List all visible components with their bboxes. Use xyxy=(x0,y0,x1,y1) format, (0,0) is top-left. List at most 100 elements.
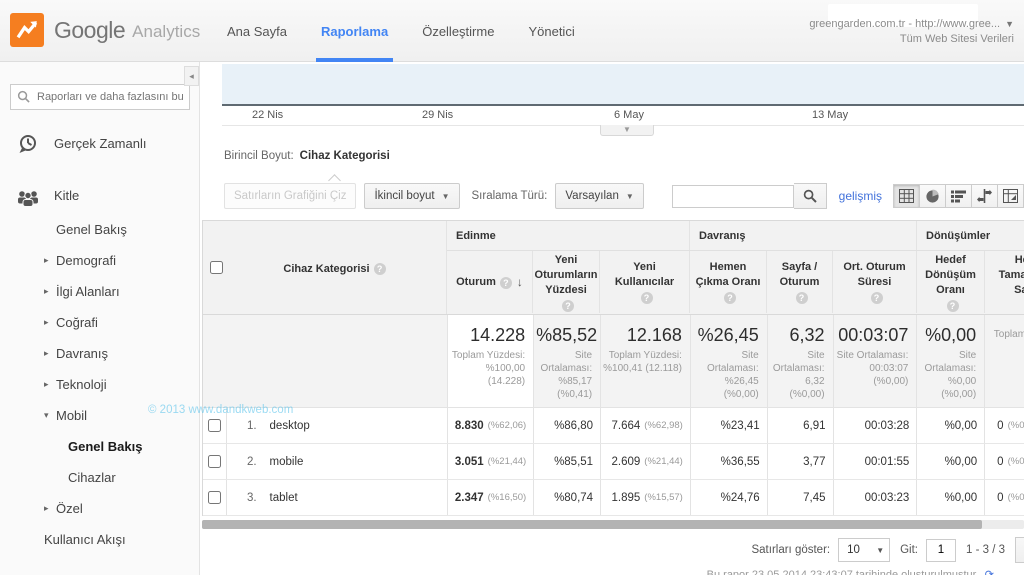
chevron-down-icon: ▾ xyxy=(44,400,49,431)
column-header-hedef-donusum-orani[interactable]: Hedef Dönüşüm Oranı xyxy=(917,251,985,313)
summary-oturum: 14.228 Toplam Yüzdesi: %100,00 (14.228) xyxy=(448,315,534,407)
row-checkbox[interactable] xyxy=(208,455,221,468)
x-tick: 13 May xyxy=(812,109,848,121)
select-all-checkbox[interactable] xyxy=(210,261,223,274)
help-icon[interactable] xyxy=(641,292,653,304)
chevron-right-icon: ▸ xyxy=(44,493,49,524)
sidebar-item-ilgi-alanlari[interactable]: ▸İlgi Alanları xyxy=(0,276,199,307)
dimension-header-cell[interactable]: Cihaz Kategorisi xyxy=(203,221,447,314)
summary-sayfa-oturum: 6,32 Site Ortalaması: 6,32 (%0,00) xyxy=(768,315,834,407)
help-icon[interactable] xyxy=(500,277,512,289)
sidebar-item-teknoloji[interactable]: ▸Teknoloji xyxy=(0,369,199,400)
row-range: 1 - 3 / 3 xyxy=(966,544,1005,556)
device-link[interactable]: tablet xyxy=(270,492,298,504)
bars-icon xyxy=(951,190,966,203)
table-row: 3.tablet 2.347(%16,50) %80,74 1.895(%15,… xyxy=(203,480,1024,516)
sidebar-item-kitle[interactable]: Kitle xyxy=(0,178,199,214)
sort-type-dropdown[interactable]: Varsayılan▼ xyxy=(555,183,643,209)
sidebar-item-gercek-zamanli[interactable]: Gerçek Zamanlı xyxy=(0,126,199,162)
rows-per-page-select[interactable]: 10▼ xyxy=(838,538,890,562)
help-icon[interactable] xyxy=(947,300,959,312)
rows-show-label: Satırları göster: xyxy=(751,544,830,556)
column-header-hedef-tamamlama-sayisi[interactable]: Hedef Tamamlama Sayısı xyxy=(985,251,1024,313)
nav-ozellestirme[interactable]: Özelleştirme xyxy=(405,0,511,62)
primary-dimension-value[interactable]: Cihaz Kategorisi xyxy=(300,150,390,162)
sidebar-item-kullanici-akisi[interactable]: Kullanıcı Akışı xyxy=(0,524,199,555)
chevron-right-icon: ▸ xyxy=(44,338,49,369)
pivot-icon xyxy=(1003,189,1018,203)
advanced-filter-link[interactable]: gelişmiş xyxy=(839,189,882,203)
primary-dimension-label: Birincil Boyut: xyxy=(224,150,294,162)
data-view-button[interactable] xyxy=(893,184,920,208)
percentage-view-button[interactable] xyxy=(919,184,946,208)
search-icon xyxy=(17,90,30,103)
sidebar-item-genel-bakis[interactable]: Genel Bakış xyxy=(0,214,199,245)
x-tick: 22 Nis xyxy=(252,109,283,121)
help-icon[interactable] xyxy=(374,263,386,275)
analytics-logo-icon xyxy=(10,13,44,47)
row-checkbox[interactable] xyxy=(208,491,221,504)
scrollbar-thumb[interactable] xyxy=(202,520,982,529)
chart-x-ticks: 22 Nis 29 Nis 6 May 13 May xyxy=(222,109,1024,125)
sidebar-item-demografi[interactable]: ▸Demografi xyxy=(0,245,199,276)
report-search-input[interactable] xyxy=(10,84,190,110)
brand-google: Google xyxy=(54,17,125,44)
table-row: 2.mobile 3.051(%21,44) %85,51 2.609(%21,… xyxy=(203,444,1024,480)
group-header-donusumler: Dönüşümler xyxy=(917,221,1024,250)
sidebar-item-cografi[interactable]: ▸Coğrafi xyxy=(0,307,199,338)
column-header-ort-oturum-suresi[interactable]: Ort. Oturum Süresi xyxy=(833,251,917,313)
help-icon[interactable] xyxy=(796,292,808,304)
chevron-right-icon: ▸ xyxy=(44,307,49,338)
sessions-chart-area xyxy=(222,64,1024,104)
google-analytics-logo[interactable]: Google Analytics xyxy=(10,13,200,47)
column-header-hemen-cikma-orani[interactable]: Hemen Çıkma Oranı xyxy=(690,251,767,313)
grid-icon xyxy=(899,189,914,203)
chart-x-axis xyxy=(222,104,1024,106)
pivot-view-button[interactable] xyxy=(997,184,1024,208)
report-toolbar: Satırların Grafiğini Çiz İkincil boyut▼ … xyxy=(224,180,1024,212)
device-link[interactable]: desktop xyxy=(270,420,310,432)
chevron-right-icon: ▸ xyxy=(44,245,49,276)
refresh-icon: ⟳ xyxy=(985,569,994,575)
horizontal-scrollbar[interactable] xyxy=(202,520,1024,529)
goto-page-input[interactable] xyxy=(926,539,956,562)
summary-hedef-tamamlama: Toplam Yüzdesi: %0,00 (0) xyxy=(985,315,1024,407)
performance-view-button[interactable] xyxy=(945,184,972,208)
sidebar-item-mobil[interactable]: ▾Mobil xyxy=(0,400,199,431)
table-search-input[interactable] xyxy=(672,185,794,208)
column-header-yeni-oturumlarin-yuzdesi[interactable]: Yeni Oturumların Yüzdesi xyxy=(533,251,600,313)
row-checkbox[interactable] xyxy=(208,419,221,432)
help-icon[interactable] xyxy=(562,300,574,312)
table-search-button[interactable] xyxy=(794,183,827,209)
table-row: 1.desktop 8.830(%62,06) %86,80 7.664(%62… xyxy=(203,408,1024,444)
summary-yeni-kullanicilar: 12.168 Toplam Yüzdesi: %100,41 (12.118) xyxy=(601,315,691,407)
column-header-oturum[interactable]: Oturum↓ xyxy=(447,251,533,313)
comparison-view-button[interactable] xyxy=(971,184,998,208)
device-link[interactable]: mobile xyxy=(270,456,304,468)
nav-yonetici[interactable]: Yönetici xyxy=(511,0,591,62)
previous-page-button[interactable]: ❮ xyxy=(1015,537,1024,563)
column-header-yeni-kullanicilar[interactable]: Yeni Kullanıcılar xyxy=(600,251,690,313)
sidebar-collapse-button[interactable]: ◂ xyxy=(184,66,199,86)
sidebar-search xyxy=(10,84,189,110)
help-icon[interactable] xyxy=(871,292,883,304)
account-switcher[interactable]: greengarden.com.tr - http://www.gree...▼… xyxy=(809,17,1014,47)
x-tick: 6 May xyxy=(614,109,644,121)
nav-raporlama[interactable]: Raporlama xyxy=(304,0,405,62)
chevron-right-icon: ▸ xyxy=(44,369,49,400)
chevron-down-icon: ▼ xyxy=(1005,19,1014,29)
column-header-sayfa-oturum[interactable]: Sayfa / Oturum xyxy=(767,251,833,313)
help-icon[interactable] xyxy=(724,292,736,304)
sidebar-item-cihazlar[interactable]: Cihazlar xyxy=(0,462,199,493)
table-pagination: Satırları göster: 10▼ Git: 1 - 3 / 3 ❮ xyxy=(200,536,1024,564)
summary-hemen-cikma: %26,45 Site Ortalaması: %26,45 (%0,00) xyxy=(691,315,768,407)
plot-rows-button[interactable]: Satırların Grafiğini Çiz xyxy=(224,183,356,209)
secondary-dimension-button[interactable]: İkincil boyut▼ xyxy=(364,183,459,209)
sidebar-item-davranis[interactable]: ▸Davranış xyxy=(0,338,199,369)
table-summary-row: 14.228 Toplam Yüzdesi: %100,00 (14.228) … xyxy=(203,315,1024,408)
sidebar-item-mobil-genel-bakis[interactable]: Genel Bakış xyxy=(0,431,199,462)
chevron-down-icon: ▼ xyxy=(626,192,634,201)
nav-ana-sayfa[interactable]: Ana Sayfa xyxy=(210,0,304,62)
sidebar-item-ozel[interactable]: ▸Özel xyxy=(0,493,199,524)
chart-expand-tab[interactable]: ▼ xyxy=(600,125,654,136)
